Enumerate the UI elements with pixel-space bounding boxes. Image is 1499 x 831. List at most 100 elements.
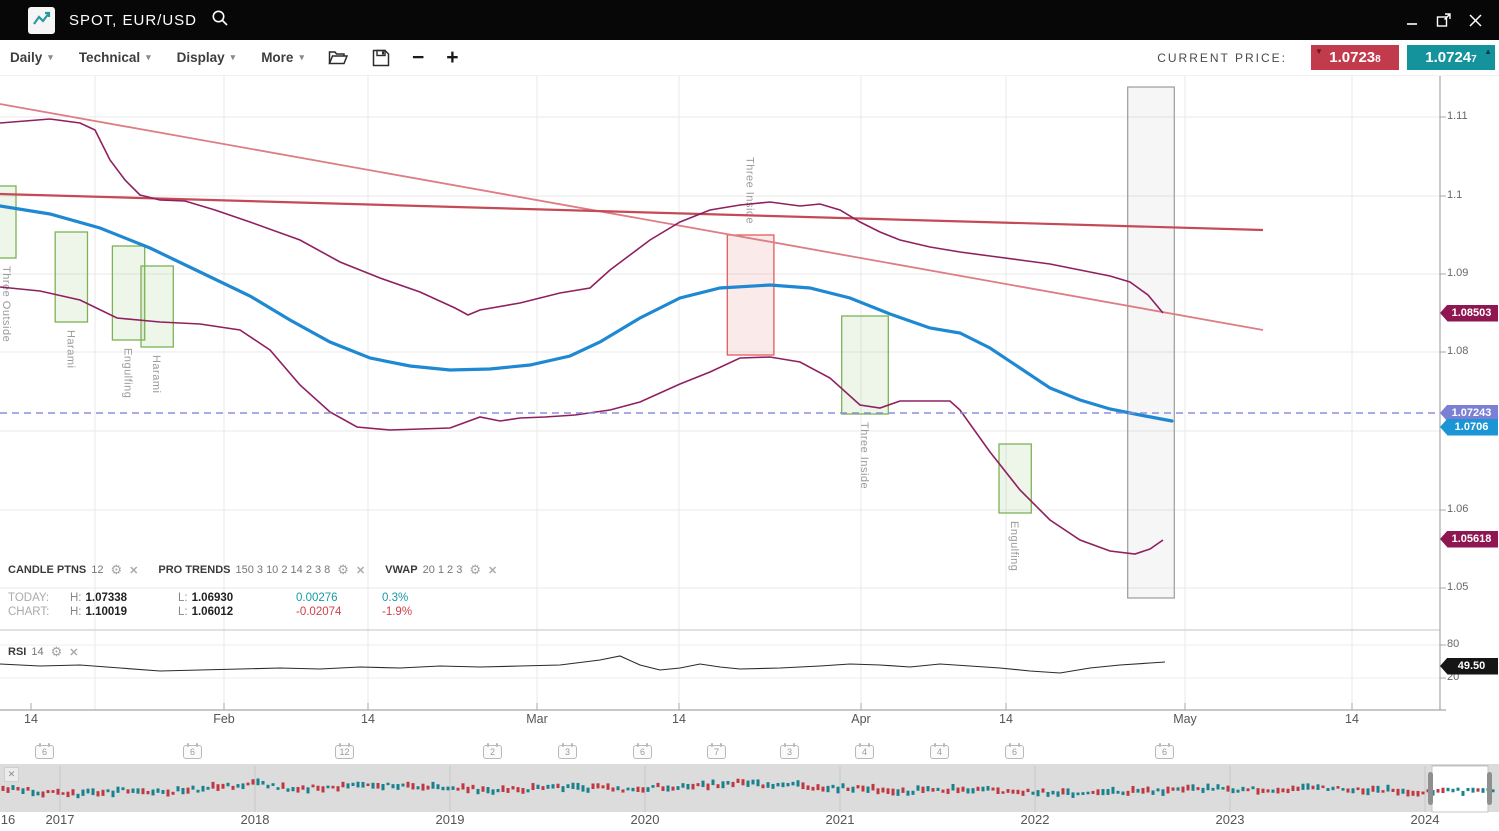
ask-price-badge[interactable]: 1.07247 ▲ (1407, 45, 1495, 70)
legend-pro-trends-params: 150 3 10 2 14 2 3 8 (235, 564, 330, 576)
today-low-key: L: (178, 592, 188, 604)
time-axis-label: 14 (1330, 712, 1374, 726)
pattern-count-calendar-badge[interactable]: 3 (780, 745, 799, 759)
pattern-count-calendar-badge[interactable]: 6 (183, 745, 202, 759)
today-label: TODAY: (8, 592, 70, 604)
time-axis-label: 14 (984, 712, 1028, 726)
current-period-highlight-box (1128, 87, 1175, 598)
legend-candle-ptns-params: 12 (91, 564, 103, 576)
pattern-count-calendar-badge[interactable]: 6 (35, 745, 54, 759)
vwap-remove-icon[interactable]: ✕ (488, 564, 497, 577)
search-icon[interactable] (211, 9, 229, 32)
price-axis-label: 80 (1447, 638, 1459, 650)
navigator-close-button[interactable]: ✕ (4, 767, 19, 782)
pattern-count-calendar-badge[interactable]: 12 (335, 745, 354, 759)
trendline-secondary[interactable] (0, 104, 1263, 330)
stats-row-chart: CHART: H:1.10019 L:1.06012 -0.02074 -1.9… (8, 605, 432, 619)
navigator-background[interactable] (0, 766, 1499, 812)
navigator-year-label: 2022 (1010, 812, 1060, 827)
pattern-box[interactable] (55, 232, 87, 322)
legend-candle-ptns-name: CANDLE PTNS (8, 564, 86, 576)
today-change-value: 0.00276 (296, 592, 382, 604)
chart-area[interactable]: Three OutsideHaramiEngulfingHaramiThree … (0, 0, 1499, 831)
chart-change-percent: -1.9% (382, 606, 432, 618)
chart-label: CHART: (8, 606, 70, 618)
pattern-box[interactable] (112, 246, 144, 340)
price-axis-label: 1.08 (1447, 345, 1468, 357)
zoom-out-button[interactable]: − (412, 48, 424, 68)
trendline-primary[interactable] (0, 194, 1263, 230)
candle-ptns-settings-gear-icon[interactable]: ⚙ (110, 562, 122, 578)
chart-high-value: 1.10019 (86, 606, 128, 618)
pattern-box[interactable] (141, 266, 173, 347)
vwap-upper-band-line (0, 119, 1163, 315)
pattern-count-calendar-badge[interactable]: 4 (855, 745, 874, 759)
pattern-label: Three Outside (0, 266, 12, 342)
chevron-down-icon: ▾ (231, 52, 236, 63)
toolbar: Daily▾ Technical▾ Display▾ More▾ − + CUR… (0, 40, 1499, 76)
pattern-count-calendar-badge[interactable]: 2 (483, 745, 502, 759)
navigator-right-handle[interactable] (1487, 772, 1492, 805)
price-axis-label: 1.06 (1447, 503, 1468, 515)
app-chart-icon (28, 7, 55, 34)
pattern-label: Three Inside (858, 422, 870, 489)
rsi-remove-icon[interactable]: ✕ (69, 646, 78, 659)
candle-ptns-remove-icon[interactable]: ✕ (129, 564, 138, 577)
popout-icon[interactable] (1436, 12, 1452, 28)
time-axis-label: Apr (839, 712, 883, 726)
close-icon[interactable] (1468, 13, 1483, 28)
pro-trends-remove-icon[interactable]: ✕ (356, 564, 365, 577)
pro-trends-settings-gear-icon[interactable]: ⚙ (337, 562, 349, 578)
pattern-count-calendar-badge[interactable]: 6 (633, 745, 652, 759)
navigator-year-label: 2023 (1205, 812, 1255, 827)
menu-more[interactable]: More▾ (261, 50, 304, 65)
legend-vwap-name: VWAP (385, 564, 417, 576)
moving-average-line (0, 206, 1172, 421)
navigator-year-label: 16 (0, 812, 33, 827)
bid-price-badge[interactable]: ▼ 1.07238 (1311, 45, 1399, 70)
navigator-year-label: 2020 (620, 812, 670, 827)
pattern-count-calendar-badge[interactable]: 6 (1005, 745, 1024, 759)
pattern-box[interactable] (842, 316, 889, 414)
pattern-box[interactable] (0, 186, 16, 258)
legend-pro-trends-name: PRO TRENDS (158, 564, 230, 576)
navigator-selection-window[interactable] (1432, 766, 1488, 812)
legend-vwap-params: 20 1 2 3 (423, 564, 463, 576)
pattern-label: Three Inside (744, 157, 756, 224)
pattern-count-calendar-badge[interactable]: 7 (707, 745, 726, 759)
pattern-count-calendar-badge[interactable]: 6 (1155, 745, 1174, 759)
open-folder-icon[interactable] (328, 49, 348, 66)
symbol-title: SPOT, EUR/USD (69, 12, 197, 29)
rsi-line (0, 656, 1165, 673)
candlestick-chart-canvas[interactable]: Three OutsideHaramiEngulfingHaramiThree … (0, 0, 1499, 831)
time-axis-label: Feb (202, 712, 246, 726)
chart-change-value: -0.02074 (296, 606, 382, 618)
pattern-label: Harami (64, 330, 76, 368)
rsi-settings-gear-icon[interactable]: ⚙ (51, 644, 63, 660)
price-marker-badge: 1.05618 (1440, 531, 1498, 548)
menu-timeframe[interactable]: Daily▾ (10, 50, 53, 65)
time-axis-label: 14 (657, 712, 701, 726)
price-marker-badge: 1.08503 (1440, 305, 1498, 322)
arrow-down-icon: ▼ (1315, 47, 1323, 56)
navigator-year-label: 2018 (230, 812, 280, 827)
zoom-in-button[interactable]: + (446, 48, 458, 68)
menu-display[interactable]: Display▾ (177, 50, 236, 65)
vwap-settings-gear-icon[interactable]: ⚙ (469, 562, 481, 578)
price-marker-badge: 1.0706 (1440, 419, 1498, 436)
navigator-left-handle[interactable] (1428, 772, 1433, 805)
price-axis-label: 1.05 (1447, 581, 1468, 593)
pattern-box[interactable] (999, 444, 1031, 513)
minimize-icon[interactable] (1406, 13, 1420, 27)
vwap-lower-band-line (0, 287, 1163, 554)
stats-row-today: TODAY: H:1.07338 L:1.06930 0.00276 0.3% (8, 591, 432, 605)
save-icon[interactable] (372, 49, 390, 67)
chart-low-value: 1.06012 (192, 606, 234, 618)
pattern-label: Engulfing (1008, 521, 1020, 571)
pattern-count-calendar-badge[interactable]: 4 (930, 745, 949, 759)
menu-technical[interactable]: Technical▾ (79, 50, 151, 65)
chevron-down-icon: ▾ (48, 52, 53, 63)
pattern-box[interactable] (727, 235, 774, 355)
time-axis-label: 14 (346, 712, 390, 726)
pattern-count-calendar-badge[interactable]: 3 (558, 745, 577, 759)
